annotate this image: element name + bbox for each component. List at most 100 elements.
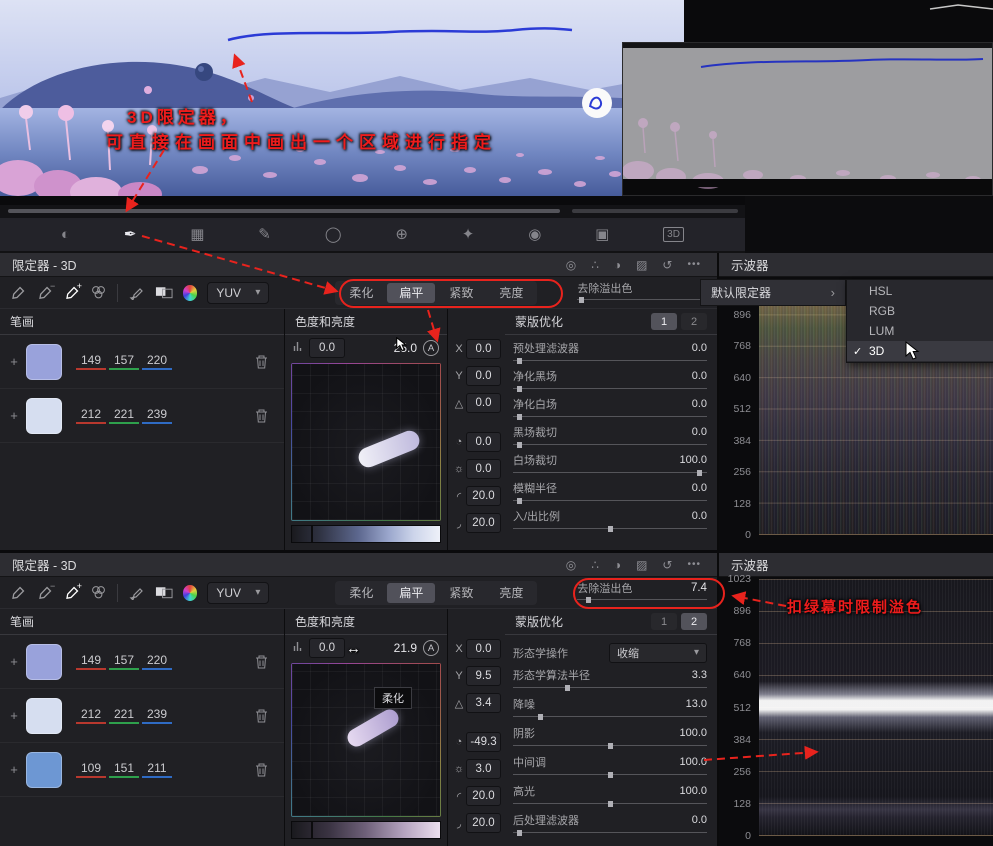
mask-param-slider[interactable] bbox=[513, 714, 707, 722]
brightness-value[interactable]: 3.0 bbox=[466, 759, 501, 779]
brightness-value[interactable]: 0.0 bbox=[466, 459, 501, 479]
despill-slider[interactable] bbox=[577, 597, 707, 605]
stroke-color-swatch[interactable] bbox=[26, 643, 62, 680]
stroke-row[interactable]: + 212 221 239 bbox=[0, 689, 284, 743]
mask-param-slider[interactable] bbox=[513, 414, 707, 422]
soft-out-value[interactable]: 20.0 bbox=[466, 813, 501, 833]
horizontal-scrollbar-2[interactable] bbox=[572, 209, 738, 213]
auto-icon[interactable]: A bbox=[423, 640, 439, 656]
tracker-icon[interactable]: ⊕ bbox=[395, 227, 408, 242]
mode-tight-button[interactable]: 紧致 bbox=[437, 583, 485, 603]
color-wheel-icon[interactable] bbox=[182, 284, 198, 301]
chroma-value-1[interactable]: 0.0 bbox=[309, 338, 345, 358]
luma-gradient-bar[interactable] bbox=[291, 821, 441, 839]
chroma-value-2[interactable]: 25.0 bbox=[394, 341, 417, 355]
rotate-value[interactable]: -49.3 bbox=[466, 732, 501, 752]
contrast-icon[interactable]: ◑ bbox=[614, 259, 621, 271]
mask-param-slider[interactable] bbox=[513, 358, 707, 366]
horizontal-scrollbar[interactable] bbox=[8, 209, 560, 213]
stroke-overlap-icon[interactable] bbox=[90, 584, 107, 602]
mask-param-slider[interactable] bbox=[513, 685, 707, 693]
mask-param-slider[interactable] bbox=[513, 498, 707, 506]
mode-flat-button[interactable]: 扁平 bbox=[387, 282, 436, 303]
color-wheels-icon[interactable]: ◐ bbox=[61, 227, 70, 242]
nodes-icon[interactable]: ∴ bbox=[591, 559, 599, 571]
rotate-value[interactable]: 0.0 bbox=[466, 432, 501, 452]
draw-brush-icon[interactable] bbox=[128, 584, 145, 602]
menu-item-rgb[interactable]: RGB bbox=[847, 301, 993, 321]
delete-stroke-icon[interactable] bbox=[255, 355, 268, 369]
picker-eyedropper-icon[interactable] bbox=[10, 284, 27, 302]
matte-toggle-icon[interactable] bbox=[155, 284, 173, 302]
stroke-row[interactable]: + 109 151 211 bbox=[0, 743, 284, 797]
options-menu-icon[interactable]: ••• bbox=[687, 259, 701, 270]
y-value[interactable]: 9.5 bbox=[466, 666, 501, 686]
colorspace-dropdown[interactable]: YUV ▾ bbox=[207, 581, 270, 604]
luma-gradient-bar[interactable] bbox=[291, 525, 441, 543]
mode-flat-button[interactable]: 扁平 bbox=[387, 582, 436, 603]
menu-item-3d[interactable]: ✓ 3D bbox=[847, 341, 993, 361]
picker-subtract-icon[interactable]: − bbox=[37, 581, 55, 602]
nodes-icon[interactable]: ∴ bbox=[591, 259, 599, 271]
chroma-pad[interactable] bbox=[292, 664, 440, 816]
stroke-color-swatch[interactable] bbox=[26, 751, 62, 788]
matte-preview-window[interactable] bbox=[622, 42, 993, 196]
mode-luma-button[interactable]: 亮度 bbox=[487, 583, 535, 603]
soft-in-value[interactable]: 20.0 bbox=[466, 486, 501, 506]
chroma-value-1[interactable]: 0.0 bbox=[309, 638, 345, 658]
delete-stroke-icon[interactable] bbox=[255, 763, 268, 777]
stroke-color-swatch[interactable] bbox=[26, 343, 62, 380]
reset-icon[interactable]: ↺ bbox=[662, 559, 672, 571]
mask-tab-2[interactable]: 2 bbox=[681, 613, 707, 630]
options-menu-icon[interactable]: ••• bbox=[687, 559, 701, 570]
matte-overlay-icon[interactable]: ▨ bbox=[636, 259, 647, 271]
stroke-row[interactable]: + 149 157 220 bbox=[0, 635, 284, 689]
invert-matte-icon[interactable]: ◎ bbox=[566, 559, 576, 571]
invert-matte-icon[interactable]: ◎ bbox=[566, 259, 576, 271]
qualifier-palette-icon[interactable]: ✒ bbox=[124, 227, 137, 242]
morph-operation-dropdown[interactable]: 收缩 ▾ bbox=[609, 642, 707, 663]
mask-tab-1[interactable]: 1 bbox=[651, 313, 677, 330]
soft-out-value[interactable]: 20.0 bbox=[466, 513, 501, 533]
mode-soften-button[interactable]: 柔化 bbox=[337, 583, 385, 603]
delete-stroke-icon[interactable] bbox=[255, 655, 268, 669]
contrast-icon[interactable]: ◑ bbox=[614, 559, 621, 571]
curves-icon[interactable]: ✎ bbox=[258, 227, 271, 242]
colorspace-dropdown[interactable]: YUV ▾ bbox=[207, 281, 270, 304]
window-icon[interactable]: ◯ bbox=[325, 227, 342, 242]
stereo-3d-icon[interactable]: 3D bbox=[663, 227, 684, 242]
stroke-row[interactable]: + 212 221 239 bbox=[0, 389, 284, 443]
matte-overlay-icon[interactable]: ▨ bbox=[636, 559, 647, 571]
mask-param-slider[interactable] bbox=[513, 470, 707, 478]
delta-value[interactable]: 3.4 bbox=[466, 693, 501, 713]
picker-add-icon[interactable]: + bbox=[63, 281, 82, 302]
mask-param-slider[interactable] bbox=[513, 743, 707, 751]
mask-param-slider[interactable] bbox=[513, 386, 707, 394]
chroma-value-2[interactable]: 21.9 bbox=[394, 641, 417, 655]
mask-param-slider[interactable] bbox=[513, 801, 707, 809]
color-wheel-icon[interactable] bbox=[182, 584, 198, 601]
key-icon[interactable]: ▣ bbox=[595, 227, 609, 242]
x-value[interactable]: 0.0 bbox=[466, 339, 501, 359]
x-value[interactable]: 0.0 bbox=[466, 639, 501, 659]
reset-icon[interactable]: ↺ bbox=[662, 259, 672, 271]
draw-brush-icon[interactable] bbox=[128, 284, 145, 302]
mask-param-slider[interactable] bbox=[513, 442, 707, 450]
magic-mask-icon[interactable]: ✦ bbox=[462, 227, 475, 242]
delete-stroke-icon[interactable] bbox=[255, 709, 268, 723]
mode-luma-button[interactable]: 亮度 bbox=[487, 283, 535, 303]
mask-param-slider[interactable] bbox=[513, 772, 707, 780]
mask-tab-1[interactable]: 1 bbox=[651, 613, 677, 630]
picker-add-icon[interactable]: + bbox=[63, 581, 82, 602]
menu-item-hsl[interactable]: HSL bbox=[847, 281, 993, 301]
menu-item-lum[interactable]: LUM bbox=[847, 321, 993, 341]
delete-stroke-icon[interactable] bbox=[255, 409, 268, 423]
picker-eyedropper-icon[interactable] bbox=[10, 584, 27, 602]
stroke-overlap-icon[interactable] bbox=[90, 284, 107, 302]
despill-slider[interactable] bbox=[577, 297, 707, 305]
stroke-color-swatch[interactable] bbox=[26, 397, 62, 434]
delta-value[interactable]: 0.0 bbox=[466, 393, 501, 413]
matte-toggle-icon[interactable] bbox=[155, 584, 173, 602]
mode-tight-button[interactable]: 紧致 bbox=[437, 283, 485, 303]
viewer-image[interactable] bbox=[0, 0, 684, 196]
